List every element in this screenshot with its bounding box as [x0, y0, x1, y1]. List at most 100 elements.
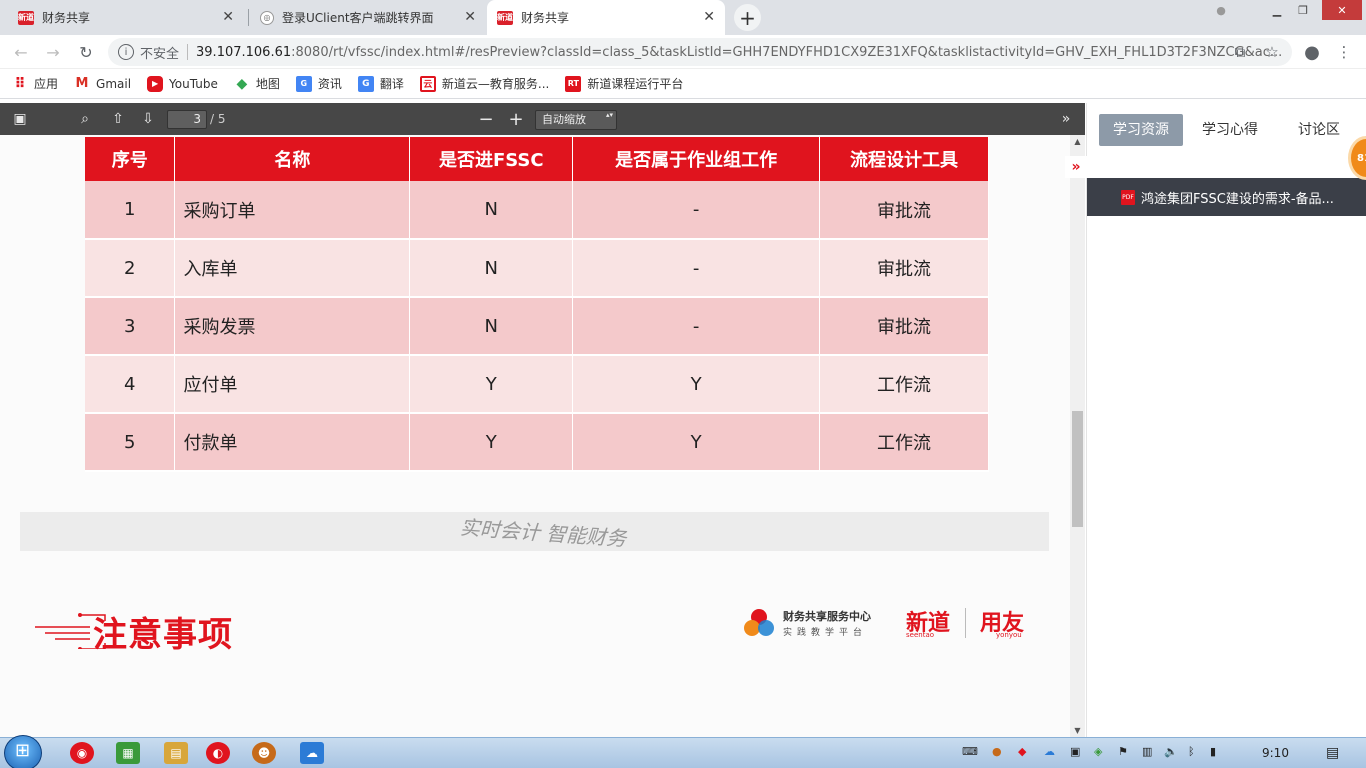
- slogan-text: 实时会计 智能财务: [459, 515, 627, 551]
- media-player-icon[interactable]: ◐: [206, 742, 230, 764]
- next-page-icon[interactable]: ⇩: [138, 109, 158, 129]
- bookmarks-bar: ⠿ 应用 M Gmail ▶ YouTube ◆ 地图 G 资讯 G 翻译 云 …: [0, 69, 1366, 99]
- cloud-app-icon[interactable]: ☁: [300, 742, 324, 764]
- bookmark-xindao-cloud[interactable]: 云 新道云—教育服务...: [419, 75, 550, 92]
- url-path: :8080/rt/vfssc/index.html#/resPreview?cl…: [291, 44, 1283, 60]
- tab-strip: 新道 财务共享 ✕ ◎ 登录UClient客户端跳转界面 ✕ 新道 财务共享 ✕…: [0, 0, 1366, 35]
- chrome-icon[interactable]: ◉: [70, 742, 94, 764]
- close-icon[interactable]: ✕: [222, 9, 234, 25]
- bookmark-star-icon[interactable]: ☆: [1262, 42, 1282, 62]
- window-close-button[interactable]: ✕: [1322, 0, 1362, 20]
- bookmark-youtube[interactable]: ▶ YouTube: [147, 75, 218, 92]
- process-table: 序号 名称 是否进FSSC 是否属于作业组工作 流程设计工具 1 采购订单 N …: [85, 137, 989, 472]
- maps-icon: ◆: [236, 75, 248, 92]
- table-cell: 入库单: [174, 239, 411, 298]
- bluetooth-icon[interactable]: ᛒ: [1188, 745, 1195, 758]
- table-cell: -: [572, 297, 821, 356]
- scroll-down-icon[interactable]: ▼: [1070, 726, 1085, 735]
- table-row: 2 入库单 N - 审批流: [85, 239, 989, 298]
- wifi-signal-icon[interactable]: ▮: [1210, 745, 1216, 758]
- table-cell: 付款单: [174, 413, 411, 472]
- scroll-up-icon[interactable]: ▲: [1070, 137, 1085, 146]
- zoom-select[interactable]: 自动缩放: [535, 110, 617, 130]
- table-cell: N: [409, 239, 574, 298]
- app-window-icon[interactable]: ▦: [116, 742, 140, 764]
- close-icon[interactable]: ✕: [703, 9, 715, 25]
- address-bar[interactable]: i 不安全 39.107.106.61 :8080/rt/vfssc/index…: [108, 38, 1292, 66]
- bookmark-translate[interactable]: G 翻译: [357, 75, 404, 92]
- menu-kebab-icon[interactable]: ⋮: [1334, 42, 1354, 62]
- apps-grid-icon: ⠿: [14, 75, 26, 92]
- sidebar-toggle-icon[interactable]: ▣: [10, 109, 30, 129]
- browser-tab-1[interactable]: 新道 财务共享 ✕: [8, 0, 244, 35]
- keyboard-icon[interactable]: ⌨: [962, 745, 978, 758]
- bookmark-maps[interactable]: ◆ 地图: [234, 75, 279, 92]
- bookmark-rt[interactable]: RT 新道课程运行平台: [565, 75, 683, 92]
- bookmark-apps[interactable]: ⠿ 应用: [12, 75, 58, 92]
- forward-arrow-icon[interactable]: →: [42, 41, 64, 63]
- tab-learning-resources[interactable]: 学习资源: [1099, 114, 1183, 146]
- collapse-panel-icon[interactable]: »: [1065, 156, 1087, 178]
- search-icon[interactable]: ⌕: [75, 109, 95, 129]
- network-share-icon[interactable]: ▥: [1142, 745, 1152, 758]
- folder-icon[interactable]: ▤: [164, 742, 188, 764]
- taskbar-clock[interactable]: 9:10: [1262, 746, 1289, 760]
- table-cell: Y: [572, 355, 821, 414]
- column-header: 流程设计工具: [819, 137, 989, 181]
- browser-tab-3[interactable]: 新道 财务共享 ✕: [487, 0, 725, 35]
- xindao-cloud-icon: 云: [419, 75, 436, 92]
- start-button[interactable]: [4, 735, 42, 768]
- bookmark-label: 翻译: [379, 77, 404, 91]
- column-header: 是否属于作业组工作: [572, 137, 821, 181]
- taskbar: ◉ ▦ ▤ ◐ ☻ ☁ ⌨ ● ◆ ☁ ▣ ◈ ⚑ ▥ 🔈 ᛒ ▮ 9:10 ▤: [0, 735, 1366, 768]
- tab-title: 财务共享: [42, 11, 91, 25]
- slogan-band: 实时会计 智能财务: [20, 512, 1049, 551]
- input-method-icon[interactable]: ▣: [1070, 745, 1080, 758]
- zoom-in-icon[interactable]: +: [506, 109, 526, 130]
- navigation-bar: ← → ↻ i 不安全 39.107.106.61 :8080/rt/vfssc…: [0, 35, 1366, 69]
- bookmark-label: YouTube: [169, 76, 218, 91]
- panel-tabs: 学习资源 学习心得 讨论区: [1087, 103, 1366, 156]
- table-row: 1 采购订单 N - 审批流: [85, 181, 989, 240]
- brand-center-subtitle: 实践教学平台: [783, 628, 868, 638]
- bookmark-gmail[interactable]: M Gmail: [74, 76, 131, 92]
- resource-item[interactable]: PDF 鸿途集团FSSC建设的需求-备品...: [1087, 178, 1366, 216]
- pdf-scrollbar[interactable]: ▲ ▼: [1070, 135, 1085, 737]
- maximize-button[interactable]: ❐: [1288, 0, 1318, 20]
- update-icon[interactable]: ⚑: [1118, 745, 1128, 758]
- sync-icon[interactable]: ☁: [1044, 745, 1055, 758]
- action-center-icon[interactable]: ▤: [1326, 745, 1339, 761]
- info-icon[interactable]: i: [118, 44, 134, 60]
- bookmark-news[interactable]: G 资讯: [295, 75, 342, 92]
- tab-discussion[interactable]: 讨论区: [1284, 114, 1354, 146]
- reload-icon[interactable]: ↻: [75, 41, 97, 63]
- game-app-icon[interactable]: ☻: [252, 742, 276, 764]
- table-cell: 采购订单: [174, 181, 411, 240]
- zoom-out-icon[interactable]: −: [476, 109, 496, 130]
- security-shield-icon[interactable]: ◈: [1094, 745, 1102, 758]
- profile-icon[interactable]: ●: [1206, 0, 1236, 20]
- table-row: 4 应付单 Y Y 工作流: [85, 355, 989, 414]
- tab-learning-notes[interactable]: 学习心得: [1188, 114, 1272, 146]
- page-number-input[interactable]: 3: [167, 110, 207, 129]
- youtube-icon: ▶: [147, 75, 164, 92]
- translate-page-icon[interactable]: ⧉: [1230, 42, 1250, 62]
- table-row: 3 采购发票 N - 审批流: [85, 297, 989, 356]
- security-label: 不安全: [140, 46, 180, 62]
- close-icon[interactable]: ✕: [464, 9, 476, 25]
- bookmark-label: 新道云—教育服务...: [441, 77, 550, 91]
- scroll-thumb[interactable]: [1072, 411, 1083, 527]
- antivirus-icon[interactable]: ◆: [1018, 745, 1026, 758]
- volume-icon[interactable]: 🔈: [1164, 745, 1178, 758]
- tools-expand-icon[interactable]: »: [1056, 109, 1076, 129]
- back-arrow-icon[interactable]: ←: [10, 41, 32, 63]
- browser-tab-2[interactable]: ◎ 登录UClient客户端跳转界面 ✕: [250, 0, 486, 35]
- previous-page-icon[interactable]: ⇧: [108, 109, 128, 129]
- page-total: / 5: [210, 112, 226, 126]
- xindao-icon: 新道: [497, 10, 513, 25]
- pdf-toolbar: ▣ ⌕ ⇧ ⇩ 3 / 5 − + 自动缩放 »: [0, 103, 1085, 135]
- tray-app-icon[interactable]: ●: [992, 745, 1002, 758]
- account-icon[interactable]: ●: [1302, 42, 1322, 63]
- pdf-file-icon: PDF: [1121, 190, 1135, 205]
- new-tab-button[interactable]: +: [734, 4, 761, 31]
